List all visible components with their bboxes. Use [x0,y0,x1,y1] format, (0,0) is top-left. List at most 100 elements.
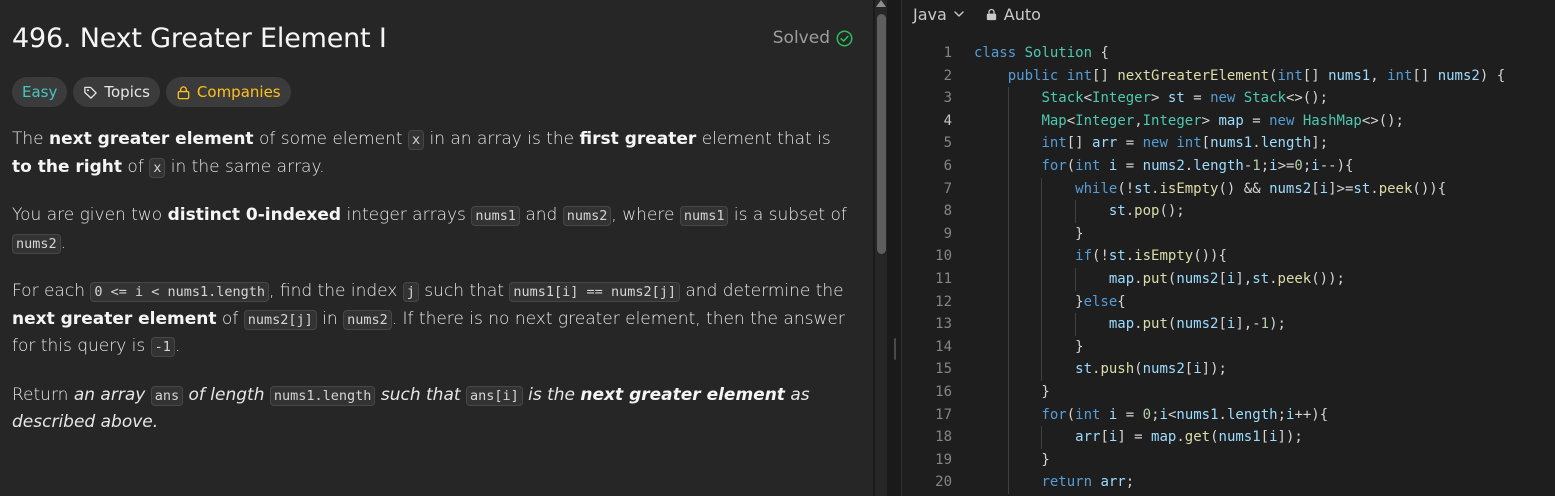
solved-label: Solved [772,28,830,48]
code-line[interactable]: 12 }else{ [902,290,1555,314]
drag-grip-icon [894,338,896,360]
check-circle-icon [836,30,853,46]
difficulty-badge[interactable]: Easy [12,77,68,107]
code-text: if(!st.isEmpty()){ [1075,248,1227,265]
autocomplete-mode[interactable]: Auto [985,5,1041,24]
line-number: 7 [943,180,952,197]
line-number: 4 [943,112,952,129]
language-selector[interactable]: Java [913,5,965,24]
code-line[interactable]: 4 Map<Integer,Integer> map = new HashMap… [902,109,1555,133]
code-line[interactable]: 17 for(int i = 0;i<nums1.length;i++){ [902,403,1555,427]
code-text: for(int i = 0;i<nums1.length;i++){ [1041,406,1329,423]
line-number: 8 [943,203,952,220]
inline-code: nums2 [12,233,61,254]
code-line[interactable]: 11 map.put(nums2[i],st.peek()); [902,267,1555,291]
bold-text: next greater element [49,129,254,149]
inline-code: ans[i] [465,385,523,406]
inline-code: nums1 [471,206,520,226]
code-line[interactable]: 8 st.pop(); [902,200,1555,223]
code-editor[interactable]: 1 class Solution {2 public int[] nextGrea… [902,42,1555,494]
line-number: 13 [935,316,952,333]
line-number: 15 [935,361,952,378]
code-text: } [974,225,1084,242]
code-text: return arr; [1041,474,1135,491]
text: in an array is the [424,129,580,149]
code-line[interactable]: 9 } [902,222,1555,246]
code-text: map.put(nums2[i],-1); [1108,316,1286,333]
line-number: 9 [943,225,952,242]
code-line[interactable]: 2 public int[] nextGreaterElement(int[] … [902,65,1555,88]
topics-button[interactable]: Topics [73,77,160,107]
bold-text: to the right [12,156,123,177]
editor-toolbar: Java Auto [902,0,1555,28]
inline-code: nums1.length [269,385,376,406]
solved-status: Solved [773,28,853,48]
line-number: 6 [943,157,952,174]
code-text: st.push(nums2[i]); [1075,361,1227,378]
text: such that [418,281,510,301]
code-line[interactable]: 5 int[] arr = new int[nums1.length]; [902,132,1555,155]
code-line[interactable]: 15 st.push(nums2[i]); [902,358,1555,381]
scroll-up-arrow-icon[interactable] [876,0,886,7]
code-text: arr[i] = map.get(nums1[i]); [1075,429,1303,446]
code-line[interactable]: 18 arr[i] = map.get(nums1[i]); [902,426,1555,449]
code-line[interactable]: 3 Stack<Integer> st = new Stack<>(); [902,87,1555,110]
code-line[interactable]: 20 return arr; [902,471,1555,494]
description-paragraph-1: The next greater element of some element… [12,126,852,181]
scrollbar-thumb[interactable] [877,14,886,254]
text: . [174,336,181,356]
code-text: } [974,451,1050,468]
line-number: 5 [943,135,952,152]
code-line[interactable]: 6 for(int i = nums2.length-1;i>=0;i--){ [902,154,1555,178]
mode-label: Auto [1003,4,1041,24]
code-text: } [974,383,1050,400]
code-line[interactable]: 1 class Solution { [902,42,1555,65]
line-number: 18 [935,429,952,446]
code-text: while(!st.isEmpty() && nums2[i]>=st.peek… [1075,180,1447,197]
code-text: public int[] nextGreaterElement(int[] nu… [1007,67,1506,84]
line-number: 3 [943,90,952,107]
line-number: 19 [935,451,952,468]
text: . [60,232,67,253]
companies-button[interactable]: Companies [165,77,291,107]
text: integer arrays [341,205,472,225]
line-number: 17 [935,406,952,423]
chevron-down-icon [954,11,964,17]
code-line[interactable]: 19 } [902,448,1555,472]
code-text: } [974,338,1084,355]
code-line[interactable]: 7 while(!st.isEmpty() && nums2[i]>=st.pe… [902,177,1555,201]
code-line[interactable]: 16 } [902,380,1555,404]
difficulty-label: Easy [22,83,58,101]
title-row: 496. Next Greater Element I Solved [12,20,853,60]
code-line[interactable]: 10 if(!st.isEmpty()){ [902,245,1555,268]
inline-code: j [402,282,419,302]
text: of [122,156,150,177]
panel-resize-handle[interactable] [889,0,901,496]
line-number: 20 [935,474,952,491]
line-number: 1 [943,45,952,61]
italic-text: of length [183,384,270,405]
problem-title[interactable]: 496. Next Greater Element I [12,20,853,58]
line-number: 2 [943,67,952,84]
inline-code: 0 <= i < nums1.length [90,282,270,302]
text: and determine the [679,281,844,301]
text: , find the index [269,281,403,301]
text: Return [12,384,74,405]
inline-code: nums2 [562,206,612,226]
code-text: st.pop(); [1108,203,1185,220]
description-scrollbar[interactable] [875,0,887,496]
italic-text: such that [375,384,466,405]
bold-text: distinct 0-indexed [167,205,342,225]
tag-icon [84,86,98,99]
bold-text: next greater element [12,308,217,329]
code-line[interactable]: 14 } [902,335,1555,359]
text: The [12,129,50,149]
text: is a subset of [728,205,847,225]
line-number: 11 [935,270,952,287]
bold-text: first greater [579,129,697,149]
text: and [519,205,563,225]
text: You are given two [12,205,168,225]
line-number: 14 [935,338,952,355]
inline-code: ans [150,385,184,406]
code-line[interactable]: 13 map.put(nums2[i],-1); [902,313,1555,336]
